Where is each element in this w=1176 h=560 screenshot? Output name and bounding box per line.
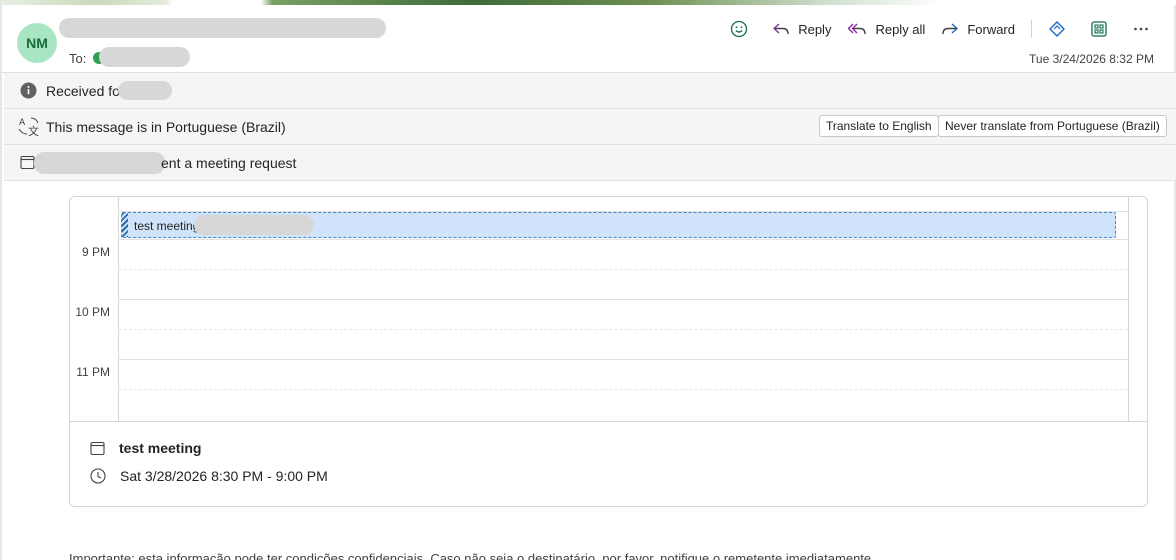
apps-grid-icon [1091, 21, 1107, 37]
meeting-time-row: Sat 3/28/2026 8:30 PM - 9:00 PM [90, 468, 328, 484]
ellipsis-icon [1134, 27, 1148, 31]
event-location-redacted [194, 215, 314, 235]
sender-avatar[interactable]: NM [17, 23, 57, 63]
meeting-request-bar: ent a meeting request [4, 145, 1176, 181]
hour-label: 9 PM [81, 245, 110, 259]
translation-bar: A文 This message is in Portuguese (Brazil… [4, 109, 1176, 145]
reply-icon [773, 23, 789, 35]
tentative-status-marker [122, 213, 128, 237]
reply-all-button[interactable]: Reply all [847, 21, 925, 37]
toolbar-divider [1031, 20, 1032, 38]
calendar-icon [90, 441, 105, 455]
emoji-reaction-button[interactable] [730, 20, 756, 38]
forward-label: Forward [967, 21, 1015, 37]
copilot-button[interactable] [1048, 20, 1074, 38]
forward-button[interactable]: Forward [941, 21, 1015, 37]
hour-line [119, 359, 1128, 360]
message-header: NM To: Reply Reply all Forward Tue 3/24/… [2, 5, 1176, 73]
hour-line [119, 239, 1128, 240]
recipient-name-redacted[interactable] [99, 47, 190, 67]
apps-button[interactable] [1090, 20, 1116, 38]
svg-text:A: A [19, 118, 26, 128]
half-hour-line [119, 389, 1128, 390]
half-hour-line [119, 329, 1128, 330]
hour-line [119, 299, 1128, 300]
translate-to-english-button[interactable]: Translate to English [819, 115, 939, 137]
hour-label: 11 PM [76, 365, 110, 379]
reply-button[interactable]: Reply [772, 21, 831, 37]
sender-name-redacted [59, 18, 386, 38]
reply-all-label: Reply all [875, 21, 926, 37]
clock-icon [90, 468, 106, 484]
reply-label: Reply [798, 21, 832, 37]
more-actions-button[interactable] [1132, 20, 1158, 38]
translation-message: This message is in Portuguese (Brazil) [46, 119, 286, 135]
reply-all-icon [848, 23, 867, 35]
received-for-address-redacted [118, 81, 172, 100]
meeting-card: 9 PM 10 PM 11 PM test meeting test meeti… [69, 196, 1148, 507]
received-for-text: Received fo [46, 83, 120, 99]
message-actions: Reply Reply all Forward [714, 18, 1158, 40]
calendar-event-block[interactable]: test meeting [121, 212, 1116, 238]
smiley-icon [731, 20, 748, 38]
forward-icon [942, 23, 959, 35]
never-translate-button[interactable]: Never translate from Portuguese (Brazil) [938, 115, 1167, 137]
meeting-title-row: test meeting [90, 440, 201, 456]
organizer-name-redacted [34, 152, 165, 174]
to-label: To: [69, 51, 87, 66]
message-datetime: Tue 3/24/2026 8:32 PM [1029, 52, 1154, 66]
reading-pane: NM To: Reply Reply all Forward Tue 3/24/… [0, 0, 1176, 560]
translate-icon: A文 [18, 117, 39, 137]
hour-label: 10 PM [75, 305, 110, 319]
svg-text:文: 文 [28, 124, 39, 137]
meeting-time: Sat 3/28/2026 8:30 PM - 9:00 PM [120, 468, 328, 484]
calendar-preview: 9 PM 10 PM 11 PM test meeting [70, 197, 1147, 422]
info-icon [20, 82, 37, 99]
meeting-title: test meeting [119, 440, 202, 456]
meeting-request-text: ent a meeting request [161, 155, 297, 171]
calendar-icon [20, 155, 35, 170]
event-title: test meeting [134, 219, 200, 233]
copilot-icon [1049, 21, 1065, 37]
message-body-preview: Importante: esta informação pode ter con… [69, 551, 875, 560]
received-for-bar: Received fo [4, 73, 1176, 109]
half-hour-line [119, 269, 1128, 270]
